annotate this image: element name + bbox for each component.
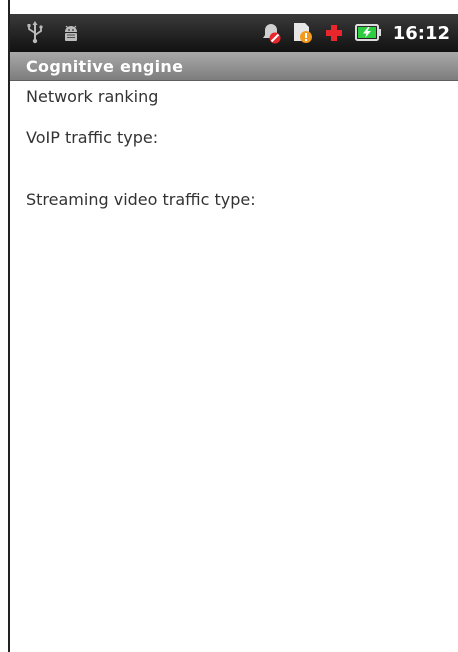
status-left-icons: [10, 21, 82, 45]
status-right-icons: 16:12: [259, 14, 450, 52]
screen: 16:12 Cognitive engine Network ranking V…: [10, 0, 458, 652]
battery-charging-icon: [354, 21, 383, 45]
network-ranking-label: Network ranking: [26, 87, 159, 106]
usb-icon: [24, 21, 46, 45]
android-debug-icon: [60, 21, 82, 45]
app-title-bar: Cognitive engine: [10, 52, 458, 81]
app-title: Cognitive engine: [26, 56, 184, 76]
voip-traffic-type-label: VoIP traffic type:: [26, 128, 159, 147]
health-plus-icon: [323, 21, 345, 45]
status-time: 16:12: [392, 22, 450, 44]
status-bar: 16:12: [10, 14, 458, 52]
streaming-video-traffic-type-label: Streaming video traffic type:: [26, 190, 256, 209]
device-frame: 16:12 Cognitive engine Network ranking V…: [0, 0, 458, 652]
warning-icon: [291, 21, 313, 45]
notification-muted-icon: [259, 21, 281, 45]
